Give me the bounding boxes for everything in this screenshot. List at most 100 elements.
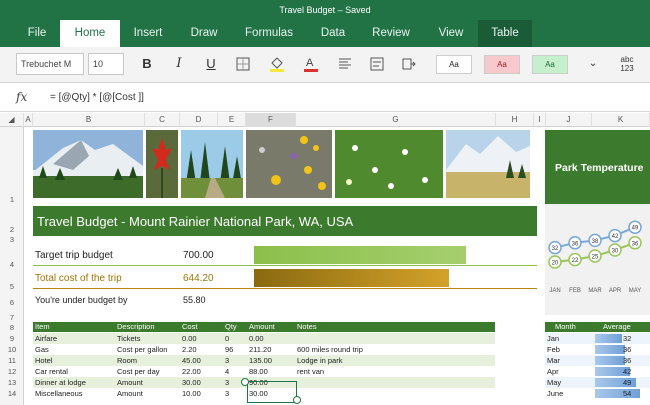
italic-button[interactable]: I bbox=[166, 53, 192, 75]
column-header-e[interactable]: E bbox=[218, 113, 246, 127]
cell-item[interactable]: Car rental bbox=[35, 366, 68, 377]
tab-data[interactable]: Data bbox=[310, 20, 356, 47]
tab-formulas[interactable]: Formulas bbox=[236, 20, 302, 47]
cell-month[interactable]: Mar bbox=[547, 355, 560, 366]
column-header-i[interactable]: I bbox=[534, 113, 546, 127]
tab-insert[interactable]: Insert bbox=[122, 20, 174, 47]
header-average[interactable]: Average bbox=[603, 322, 631, 332]
cell-cost[interactable]: 30.00 bbox=[182, 377, 201, 388]
underline-button[interactable]: U bbox=[198, 53, 224, 75]
header-amount[interactable]: Amount bbox=[249, 322, 275, 332]
wildflowers-photo[interactable] bbox=[246, 130, 332, 198]
style-good-chip[interactable]: Aa bbox=[532, 55, 568, 74]
cell-month[interactable]: Feb bbox=[547, 344, 560, 355]
cell-description[interactable]: Cost per day bbox=[117, 366, 160, 377]
tab-review[interactable]: Review bbox=[362, 20, 420, 47]
cell-average[interactable]: 49 bbox=[623, 377, 631, 388]
cell-month[interactable]: Apr bbox=[547, 366, 559, 377]
cell-item[interactable]: Hotel bbox=[35, 355, 53, 366]
total-cost-value[interactable]: 644.20 bbox=[183, 273, 214, 284]
cell-description[interactable]: Tickets bbox=[117, 333, 140, 344]
row-header-14[interactable]: 14 bbox=[0, 389, 24, 398]
row-header-2[interactable]: 2 bbox=[0, 225, 24, 234]
select-all-corner[interactable]: ◢ bbox=[0, 113, 24, 127]
tab-table[interactable]: Table bbox=[478, 20, 532, 47]
meadow-photo[interactable] bbox=[335, 130, 443, 198]
column-header-f[interactable]: F bbox=[246, 113, 296, 127]
cell-qty[interactable]: 4 bbox=[225, 366, 229, 377]
row-header-13[interactable]: 13 bbox=[0, 378, 24, 387]
cell-average[interactable]: 36 bbox=[623, 355, 631, 366]
cell-average[interactable]: 54 bbox=[623, 388, 631, 399]
target-budget-value[interactable]: 700.00 bbox=[183, 250, 214, 261]
wrap-text-icon[interactable] bbox=[364, 53, 390, 75]
style-normal-chip[interactable]: Aa bbox=[436, 55, 472, 74]
cell-amount[interactable]: 88.00 bbox=[249, 366, 268, 377]
header-qty[interactable]: Qty bbox=[225, 322, 237, 332]
cell-item[interactable]: Miscellaneous bbox=[35, 388, 83, 399]
fill-color-icon[interactable] bbox=[264, 53, 290, 75]
red-flower-photo[interactable] bbox=[146, 130, 178, 198]
under-budget-label[interactable]: You're under budget by bbox=[35, 295, 127, 305]
row-header-6[interactable]: 6 bbox=[0, 298, 24, 307]
style-bad-chip[interactable]: Aa bbox=[484, 55, 520, 74]
cell-month[interactable]: Jan bbox=[547, 333, 559, 344]
chevron-down-icon[interactable]: ⌄ bbox=[580, 53, 606, 75]
row-header-11[interactable]: 11 bbox=[0, 356, 24, 365]
tab-file[interactable]: File bbox=[14, 20, 60, 47]
align-left-icon[interactable] bbox=[332, 53, 358, 75]
row-header-9[interactable]: 9 bbox=[0, 334, 24, 343]
function-icon[interactable]: fx bbox=[16, 90, 27, 104]
row-header-1[interactable]: 1 bbox=[0, 195, 24, 204]
cell-description[interactable]: Cost per gallon bbox=[117, 344, 167, 355]
column-header-h[interactable]: H bbox=[496, 113, 534, 127]
selection-handle[interactable] bbox=[293, 396, 301, 404]
row-header-7[interactable]: 7 bbox=[0, 313, 24, 322]
row-header-12[interactable]: 12 bbox=[0, 367, 24, 376]
bold-button[interactable]: B bbox=[134, 53, 160, 75]
column-header-b[interactable]: B bbox=[33, 113, 145, 127]
mountain-photo[interactable] bbox=[33, 130, 143, 198]
cell-selection[interactable] bbox=[247, 381, 297, 403]
formula-input[interactable]: = [@Qty] * [@[Cost ]] bbox=[50, 92, 144, 103]
font-color-icon[interactable]: A bbox=[298, 53, 324, 75]
cell-average[interactable]: 32 bbox=[623, 333, 631, 344]
cell-item[interactable]: Gas bbox=[35, 344, 49, 355]
column-header-a[interactable]: A bbox=[24, 113, 33, 127]
row-header-10[interactable]: 10 bbox=[0, 345, 24, 354]
cell-cost[interactable]: 0.00 bbox=[182, 333, 197, 344]
font-size-box[interactable]: 10 bbox=[88, 53, 124, 75]
header-item[interactable]: Item bbox=[35, 322, 50, 332]
cell-item[interactable]: Dinner at lodge bbox=[35, 377, 86, 388]
row-header-8[interactable]: 8 bbox=[0, 323, 24, 332]
cell-description[interactable]: Amount bbox=[117, 377, 143, 388]
cell-average[interactable]: 42 bbox=[623, 366, 631, 377]
number-format-button[interactable]: abc 123 bbox=[614, 53, 640, 75]
cell-cost[interactable]: 45.00 bbox=[182, 355, 201, 366]
cell-cost[interactable]: 10.00 bbox=[182, 388, 201, 399]
cell-description[interactable]: Room bbox=[117, 355, 137, 366]
cell-description[interactable]: Amount bbox=[117, 388, 143, 399]
sheet-title[interactable]: Travel Budget - Mount Rainier National P… bbox=[37, 214, 353, 229]
cell-amount[interactable]: 135.00 bbox=[249, 355, 272, 366]
target-budget-label[interactable]: Target trip budget bbox=[35, 250, 113, 261]
forest-trail-photo[interactable] bbox=[181, 130, 243, 198]
cell-notes[interactable]: Lodge in park bbox=[297, 355, 342, 366]
header-notes[interactable]: Notes bbox=[297, 322, 317, 332]
tab-view[interactable]: View bbox=[428, 20, 474, 47]
selection-handle[interactable] bbox=[241, 378, 249, 386]
row-header-4[interactable]: 4 bbox=[0, 260, 24, 269]
row-header-5[interactable]: 5 bbox=[0, 282, 24, 291]
tab-home[interactable]: Home bbox=[60, 20, 120, 47]
font-name-box[interactable]: Trebuchet M bbox=[16, 53, 84, 75]
header-description[interactable]: Description bbox=[117, 322, 155, 332]
mountain-meadow-photo[interactable] bbox=[446, 130, 530, 198]
column-header-c[interactable]: C bbox=[145, 113, 180, 127]
cell-qty[interactable]: 3 bbox=[225, 355, 229, 366]
cell-cost[interactable]: 2.20 bbox=[182, 344, 197, 355]
tab-draw[interactable]: Draw bbox=[180, 20, 228, 47]
total-cost-label[interactable]: Total cost of the trip bbox=[35, 273, 122, 284]
cell-cost[interactable]: 22.00 bbox=[182, 366, 201, 377]
cell-qty[interactable]: 96 bbox=[225, 344, 233, 355]
cell-month[interactable]: May bbox=[547, 377, 561, 388]
